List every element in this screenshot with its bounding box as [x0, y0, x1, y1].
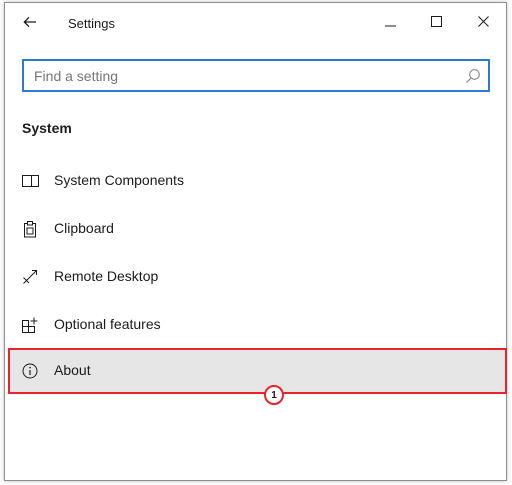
window-title: Settings [68, 16, 115, 31]
maximize-button[interactable] [414, 7, 458, 39]
nav-item-optional-features[interactable]: Optional features [8, 302, 507, 348]
section-title: System [22, 120, 72, 136]
nav-item-system-components[interactable]: System Components [8, 158, 507, 204]
search-icon[interactable] [465, 68, 481, 84]
close-icon [477, 14, 489, 32]
search-box [22, 59, 490, 92]
optional-features-icon [21, 316, 39, 334]
title-bar: Settings [5, 3, 506, 43]
arrow-left-icon [23, 15, 37, 33]
nav-item-clipboard[interactable]: Clipboard [8, 206, 507, 252]
search-input[interactable] [34, 61, 454, 90]
nav-item-label: About [54, 362, 91, 378]
nav-item-label: Remote Desktop [54, 268, 159, 284]
remote-desktop-icon [21, 268, 39, 286]
back-button[interactable] [17, 12, 43, 36]
minimize-button[interactable] [368, 7, 412, 39]
nav-item-about[interactable]: About [8, 348, 507, 394]
nav-item-label: Clipboard [54, 220, 114, 236]
nav-item-label: Optional features [54, 316, 161, 332]
settings-window: Settings System [4, 2, 507, 481]
nav-item-remote-desktop[interactable]: Remote Desktop [8, 254, 507, 300]
maximize-icon [430, 14, 442, 32]
nav-item-label: System Components [54, 172, 184, 188]
minimize-icon [384, 14, 396, 32]
step-number-badge: 1 [264, 385, 284, 405]
system-components-icon [21, 172, 39, 190]
close-button[interactable] [461, 7, 505, 39]
info-icon [21, 362, 39, 380]
clipboard-icon [21, 220, 39, 238]
